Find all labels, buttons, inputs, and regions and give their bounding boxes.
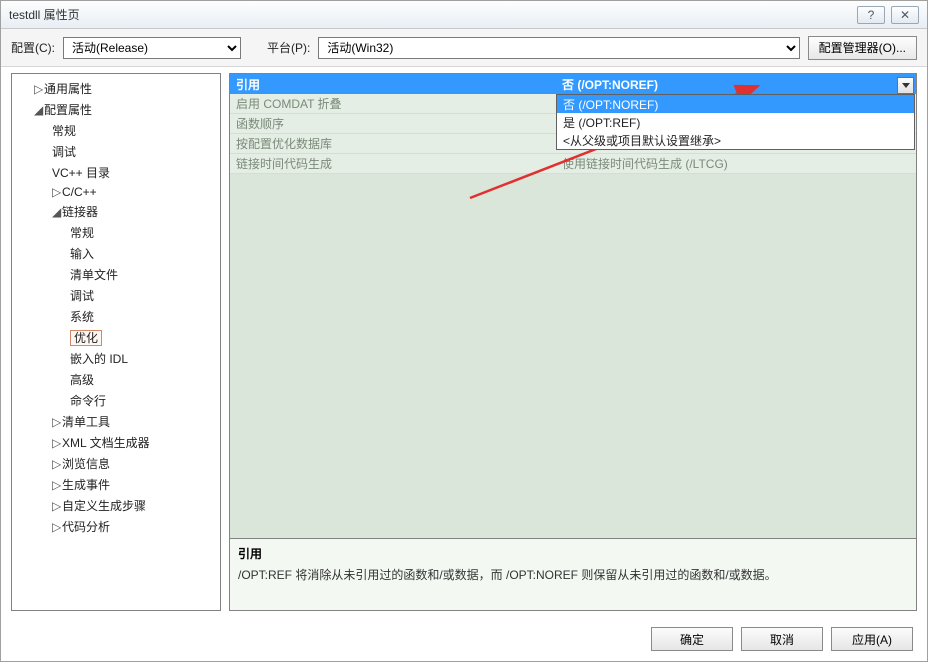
tree-common[interactable]: ▷通用属性 [12, 78, 220, 99]
body: ▷通用属性 ◢配置属性 常规 调试 VC++ 目录 ▷C/C++ ◢链接器 常规… [1, 67, 927, 661]
prop-name: 启用 COMDAT 折叠 [230, 95, 556, 112]
prop-name: 按配置优化数据库 [230, 135, 556, 152]
toolbar: 配置(C): 活动(Release) 平台(P): 活动(Win32) 配置管理… [1, 29, 927, 67]
dropdown-opt-inherit[interactable]: <从父级或项目默认设置继承> [557, 131, 914, 149]
tree-linker-debug[interactable]: 调试 [12, 285, 220, 306]
tree-config-props[interactable]: ◢配置属性 [12, 99, 220, 120]
cancel-button[interactable]: 取消 [741, 627, 823, 651]
config-combo[interactable]: 活动(Release) [63, 37, 241, 59]
tree-linker-advanced[interactable]: 高级 [12, 369, 220, 390]
tree-linker[interactable]: ◢链接器 [12, 201, 220, 222]
tree-linker-cmdline[interactable]: 命令行 [12, 390, 220, 411]
tree-code-analysis[interactable]: ▷代码分析 [12, 516, 220, 537]
prop-name: 引用 [230, 76, 556, 93]
tree-custom-build[interactable]: ▷自定义生成步骤 [12, 495, 220, 516]
grid-row-references[interactable]: 引用 否 (/OPT:NOREF) [230, 74, 916, 94]
prop-name: 链接时间代码生成 [230, 155, 556, 172]
tree-linker-system[interactable]: 系统 [12, 306, 220, 327]
window-title: testdll 属性页 [9, 6, 80, 23]
button-bar: 确定 取消 应用(A) [651, 627, 913, 651]
property-page-window: testdll 属性页 ? ✕ 配置(C): 活动(Release) 平台(P)… [0, 0, 928, 662]
chevron-down-icon [902, 83, 910, 88]
tree-ccpp[interactable]: ▷C/C++ [12, 183, 220, 201]
ok-button[interactable]: 确定 [651, 627, 733, 651]
tree-debug[interactable]: 调试 [12, 141, 220, 162]
platform-label: 平台(P): [267, 39, 310, 56]
dropdown-button[interactable] [897, 77, 914, 94]
tree-linker-optimization[interactable]: 优化 [12, 327, 220, 348]
help-title: 引用 [238, 545, 908, 562]
tree-linker-general[interactable]: 常规 [12, 222, 220, 243]
dropdown-opt-noref[interactable]: 否 (/OPT:NOREF) [557, 95, 914, 113]
property-grid: 引用 否 (/OPT:NOREF) 启用 COMDAT 折叠 函数顺序 [229, 73, 917, 539]
config-label: 配置(C): [11, 39, 55, 56]
help-text: /OPT:REF 将消除从未引用过的函数和/或数据，而 /OPT:NOREF 则… [238, 566, 908, 583]
grid-row-ltcg[interactable]: 链接时间代码生成 使用链接时间代码生成 (/LTCG) [230, 154, 916, 174]
tree-linker-idl[interactable]: 嵌入的 IDL [12, 348, 220, 369]
prop-value: 使用链接时间代码生成 (/LTCG) [556, 155, 916, 172]
tree-build-events[interactable]: ▷生成事件 [12, 474, 220, 495]
tree-manifest-tool[interactable]: ▷清单工具 [12, 411, 220, 432]
titlebar: testdll 属性页 ? ✕ [1, 1, 927, 29]
prop-value: 否 (/OPT:NOREF) [556, 76, 916, 93]
help-button[interactable]: ? [857, 6, 885, 24]
tree-linker-manifest[interactable]: 清单文件 [12, 264, 220, 285]
tree-vcpp-dirs[interactable]: VC++ 目录 [12, 162, 220, 183]
platform-combo[interactable]: 活动(Win32) [318, 37, 799, 59]
prop-name: 函数顺序 [230, 115, 556, 132]
nav-tree[interactable]: ▷通用属性 ◢配置属性 常规 调试 VC++ 目录 ▷C/C++ ◢链接器 常规… [11, 73, 221, 611]
tree-linker-input[interactable]: 输入 [12, 243, 220, 264]
apply-button[interactable]: 应用(A) [831, 627, 913, 651]
tree-xml-docgen[interactable]: ▷XML 文档生成器 [12, 432, 220, 453]
close-button[interactable]: ✕ [891, 6, 919, 24]
dropdown-opt-ref[interactable]: 是 (/OPT:REF) [557, 113, 914, 131]
references-dropdown[interactable]: 否 (/OPT:NOREF) 是 (/OPT:REF) <从父级或项目默认设置继… [556, 94, 915, 150]
help-panel: 引用 /OPT:REF 将消除从未引用过的函数和/或数据，而 /OPT:NORE… [229, 539, 917, 611]
right-panel: 引用 否 (/OPT:NOREF) 启用 COMDAT 折叠 函数顺序 [229, 73, 917, 611]
tree-browse-info[interactable]: ▷浏览信息 [12, 453, 220, 474]
config-manager-button[interactable]: 配置管理器(O)... [808, 36, 917, 60]
tree-general[interactable]: 常规 [12, 120, 220, 141]
